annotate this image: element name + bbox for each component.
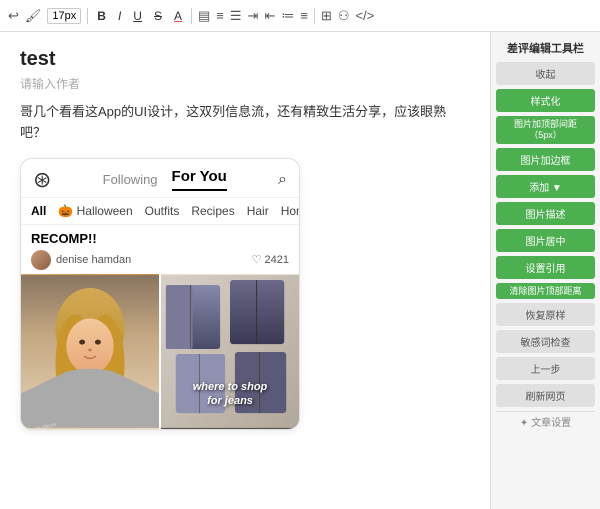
divider-1	[87, 8, 88, 24]
image-right: where to shopfor jeans	[161, 274, 299, 429]
sensitive-check-button[interactable]: 敏感词检查	[496, 330, 595, 353]
align-icon[interactable]: ▤	[198, 8, 210, 24]
brush-icon[interactable]: 🖌	[25, 8, 42, 24]
likes-count: 2421	[265, 254, 289, 266]
post-title: RECOMP!!	[31, 231, 289, 246]
tool-panel: 差评编辑工具栏 收起 样式化 图片加顶部间距（5px） 图片加边框 添加 ▼ 图…	[490, 32, 600, 509]
category-hair[interactable]: Hair	[247, 204, 269, 218]
list-icon[interactable]: ≔	[281, 8, 294, 24]
indent-icon[interactable]: ⇥	[248, 8, 259, 24]
underline-button[interactable]: U	[130, 8, 145, 24]
phone-mockup: ⊛ Following For You ⌕ All 🎃 Halloween Ou…	[20, 158, 300, 430]
clear-img-margin-button[interactable]: 清除图片顶部距离	[496, 283, 595, 300]
tab-for-you[interactable]: For You	[172, 168, 227, 191]
link-icon[interactable]: ⚇	[338, 8, 350, 24]
search-icon[interactable]: ⌕	[278, 171, 287, 189]
category-halloween[interactable]: 🎃 Halloween	[58, 204, 132, 218]
img-center-button[interactable]: 图片居中	[496, 229, 595, 252]
images-grid: Fresh ideas	[21, 274, 299, 429]
app-logo: ⊛	[33, 167, 51, 193]
top-toolbar: ↩ 🖌 17px B I U S A ▤ ≡ ☰ ⇥ ⇤ ≔ ≡ ⊞ ⚇ </>	[0, 0, 600, 32]
code-icon[interactable]: </>	[356, 8, 375, 23]
categories-bar: All 🎃 Halloween Outfits Recipes Hair Hom…	[21, 198, 299, 225]
italic-button[interactable]: I	[115, 8, 124, 24]
align-center-icon[interactable]: ☰	[230, 8, 242, 24]
font-size-input[interactable]: 17px	[47, 8, 81, 24]
post-header: RECOMP!! denise hamdan ♡ 2421	[21, 225, 299, 274]
divider-3	[314, 8, 315, 24]
add-button[interactable]: 添加 ▼	[496, 175, 595, 198]
author-name: denise hamdan	[56, 254, 131, 266]
bold-button[interactable]: B	[94, 8, 109, 24]
phone-nav: ⊛ Following For You ⌕	[21, 159, 299, 198]
image-right-text: where to shopfor jeans	[161, 380, 299, 409]
image-icon[interactable]: ⊞	[321, 8, 332, 24]
article-settings-label[interactable]: ✦ 文章设置	[496, 411, 595, 431]
tab-following[interactable]: Following	[103, 172, 158, 191]
divider-2	[191, 8, 192, 24]
main-area: test 请输入作者 哥几个看看这App的UI设计，这双列信息流，还有精致生活分…	[0, 32, 600, 509]
category-all[interactable]: All	[31, 204, 46, 218]
align-left-icon[interactable]: ≡	[216, 8, 224, 23]
style-button[interactable]: 样式化	[496, 89, 595, 112]
doc-placeholder: 请输入作者	[20, 75, 470, 92]
doc-title: test	[20, 48, 470, 71]
post-author: denise hamdan	[31, 250, 131, 270]
post-likes: ♡ 2421	[252, 253, 289, 266]
post-meta: denise hamdan ♡ 2421	[31, 250, 289, 270]
image-left: Fresh ideas	[21, 274, 159, 429]
tool-panel-title: 差评编辑工具栏	[496, 38, 595, 58]
strikethrough-button[interactable]: S	[151, 8, 165, 24]
refresh-button[interactable]: 刷新网页	[496, 384, 595, 407]
restore-button[interactable]: 恢复原样	[496, 303, 595, 326]
undo-step-button[interactable]: 上一步	[496, 357, 595, 380]
font-color-button[interactable]: A	[171, 8, 185, 24]
author-avatar	[31, 250, 51, 270]
outdent-icon[interactable]: ⇤	[264, 8, 275, 24]
heart-icon: ♡	[252, 253, 262, 266]
set-quote-button[interactable]: 设置引用	[496, 256, 595, 279]
undo-icon[interactable]: ↩	[8, 8, 19, 24]
img-top-margin-button[interactable]: 图片加顶部间距（5px）	[496, 116, 595, 144]
img-border-button[interactable]: 图片加边框	[496, 148, 595, 171]
doc-description: 哥几个看看这App的UI设计，这双列信息流，还有精致生活分享，应该眼熟吧？	[20, 102, 470, 144]
editor-area: test 请输入作者 哥几个看看这App的UI设计，这双列信息流，还有精致生活分…	[0, 32, 490, 509]
ordered-list-icon[interactable]: ≡	[300, 8, 308, 23]
category-outfits[interactable]: Outfits	[145, 204, 180, 218]
collapse-button[interactable]: 收起	[496, 62, 595, 85]
img-desc-button[interactable]: 图片描述	[496, 202, 595, 225]
category-home[interactable]: Home	[281, 204, 299, 218]
nav-tabs: Following For You	[103, 168, 227, 191]
category-recipes[interactable]: Recipes	[191, 204, 234, 218]
